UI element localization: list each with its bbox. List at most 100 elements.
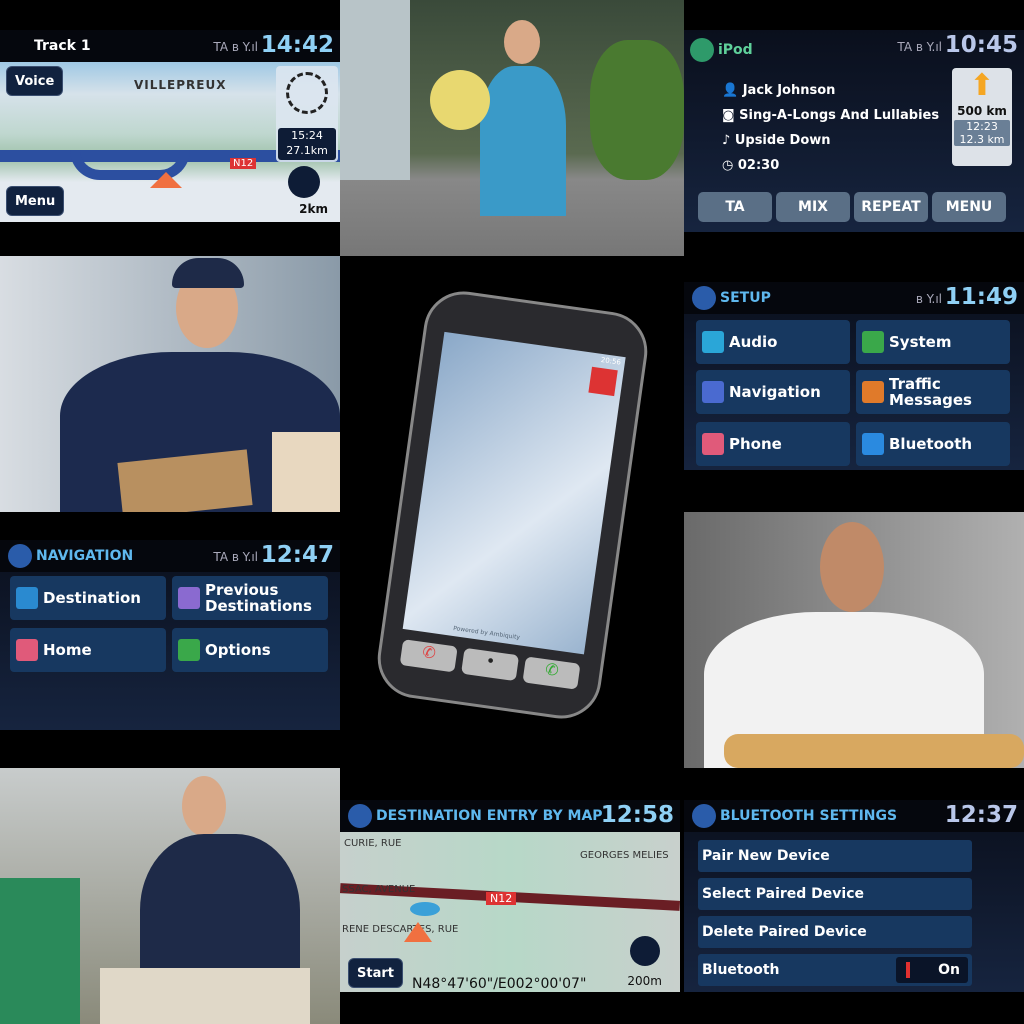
street-label: SSAC, AVENUE xyxy=(342,884,416,895)
system-icon xyxy=(862,331,884,353)
clock: 14:42 xyxy=(260,32,334,58)
bluetooth-settings-screen: BLUETOOTH SETTINGS 12:37 Pair New Device… xyxy=(684,800,1024,992)
pair-new-device[interactable]: Pair New Device xyxy=(698,840,972,872)
status-icons: ʙ Y.ıl xyxy=(915,292,942,306)
courier-photo xyxy=(0,256,340,512)
menu-system[interactable]: System xyxy=(856,320,1010,364)
artist-row: 👤 Jack Johnson xyxy=(722,83,836,98)
menu-destination[interactable]: Destination xyxy=(10,576,166,620)
screen-title: BLUETOOTH SETTINGS xyxy=(720,808,898,824)
nav-map-screen: Track 1 TA ʙ Y.ıl 14:42 VILLEPREUX N12 1… xyxy=(0,30,340,222)
compass-dial-icon xyxy=(286,72,328,114)
menu-traffic-messages[interactable]: Traffic Messages xyxy=(856,370,1010,414)
screen-title: DESTINATION ENTRY BY MAP xyxy=(376,808,603,824)
compass-icon[interactable] xyxy=(288,166,320,198)
mix-button[interactable]: MIX xyxy=(776,192,850,222)
toggle-value: On xyxy=(938,962,960,978)
track-label: Track 1 xyxy=(34,38,91,54)
turn-distance: 500 km xyxy=(957,104,1007,118)
setup-screen: SETUP ʙ Y.ıl 11:49 Audio System Navigati… xyxy=(684,282,1024,470)
checkered-flag-icon xyxy=(348,804,372,828)
factory-worker-photo xyxy=(0,768,340,1024)
setup-icon xyxy=(692,286,716,310)
row-label: Pair New Device xyxy=(702,848,830,864)
checkered-flag-icon xyxy=(16,587,38,609)
bluetooth-icon xyxy=(862,433,884,455)
screen-title: SETUP xyxy=(720,290,771,306)
phone-time: 20:56 xyxy=(600,355,622,367)
up-arrow-icon: ⬆ xyxy=(969,68,995,103)
home-icon xyxy=(16,639,38,661)
audio-icon xyxy=(702,331,724,353)
turn-panel: 15:24 27.1km xyxy=(276,66,338,162)
tile-label: Traffic Messages xyxy=(889,374,972,409)
screen-title: iPod xyxy=(718,42,753,58)
voice-button[interactable]: Voice xyxy=(6,66,64,96)
start-button[interactable]: Start xyxy=(348,958,403,988)
eta-distance: 12.3 km xyxy=(959,133,1005,146)
artist: Jack Johnson xyxy=(742,83,836,98)
menu-button[interactable]: MENU xyxy=(932,192,1006,222)
repeat-button[interactable]: REPEAT xyxy=(854,192,928,222)
clock: 12:47 xyxy=(260,542,334,568)
tile-label: Bluetooth xyxy=(889,434,973,453)
coordinates: N48°47'60"/E002°00'07" xyxy=(412,976,587,992)
menu-navigation[interactable]: Navigation xyxy=(696,370,850,414)
eta-time: 12:23 xyxy=(966,120,998,133)
scale-label: 2km xyxy=(299,202,328,216)
track-title: Upside Down xyxy=(734,133,831,148)
menu-button[interactable]: Menu xyxy=(6,186,65,216)
row-label: Select Paired Device xyxy=(702,886,864,902)
street-label: RENE DESCARTES, RUE xyxy=(342,924,459,935)
clock: 11:49 xyxy=(944,284,1018,310)
end-call-button[interactable]: ✆ xyxy=(522,656,581,690)
tile-label: Home xyxy=(43,640,92,659)
tile-label: Destination xyxy=(43,588,141,607)
turn-panel: ⬆ 500 km 12:23 12.3 km xyxy=(952,68,1012,166)
menu-audio[interactable]: Audio xyxy=(696,320,850,364)
select-paired-device[interactable]: Select Paired Device xyxy=(698,878,972,910)
city-label: VILLEPREUX xyxy=(134,78,227,92)
lake xyxy=(410,902,440,916)
call-button[interactable]: ✆ xyxy=(399,639,458,673)
album: Sing-A-Longs And Lullabies xyxy=(739,108,940,123)
eta-time: 15:24 xyxy=(291,129,323,142)
app-icon[interactable] xyxy=(588,366,618,397)
road-badge: N12 xyxy=(486,892,517,905)
navigation-icon xyxy=(8,544,32,568)
phone-icon xyxy=(702,433,724,455)
clock: 12:58 xyxy=(600,802,674,828)
menu-previous-destinations[interactable]: Previous Destinations xyxy=(172,576,328,620)
menu-bluetooth[interactable]: Bluetooth xyxy=(856,422,1010,466)
status-icons: TA ʙ Y.ıl xyxy=(897,40,942,54)
settings-icon xyxy=(692,804,716,828)
track-row: ♪ Upside Down xyxy=(722,133,831,148)
street-label: GEORGES MELIES xyxy=(580,850,669,861)
menu-phone[interactable]: Phone xyxy=(696,422,850,466)
baker-photo xyxy=(684,512,1024,768)
album-row: ◙ Sing-A-Longs And Lullabies xyxy=(722,108,940,123)
home-button[interactable]: • xyxy=(461,647,520,682)
road-badge: N12 xyxy=(230,158,257,169)
delete-paired-device[interactable]: Delete Paired Device xyxy=(698,916,972,948)
compass-icon[interactable] xyxy=(630,936,660,966)
scale-label: 200m xyxy=(627,974,662,988)
phone-screen[interactable]: 20:56 Powered by Ambiquity xyxy=(402,331,626,655)
bluetooth-toggle-row[interactable]: Bluetooth On xyxy=(698,954,972,986)
eta-distance: 27.1km xyxy=(286,144,328,157)
screen-title: NAVIGATION xyxy=(36,548,134,564)
clock: 10:45 xyxy=(944,32,1018,58)
bluetooth-toggle[interactable]: On xyxy=(896,957,968,983)
traffic-icon xyxy=(862,381,884,403)
history-flag-icon xyxy=(178,587,200,609)
smartphone: 20:56 Powered by Ambiquity ✆ • ✆ xyxy=(372,286,653,724)
ta-button[interactable]: TA xyxy=(698,192,772,222)
street-label: CURIE, RUE xyxy=(344,838,402,849)
status-icons: TA ʙ Y.ıl xyxy=(213,550,258,564)
toggle-indicator xyxy=(906,962,910,978)
navigation-screen: NAVIGATION TA ʙ Y.ıl 12:47 Destination P… xyxy=(0,540,340,730)
menu-options[interactable]: Options xyxy=(172,628,328,672)
menu-home[interactable]: Home xyxy=(10,628,166,672)
phone-footer: Powered by Ambiquity xyxy=(452,624,521,642)
tile-label: Options xyxy=(205,640,271,659)
